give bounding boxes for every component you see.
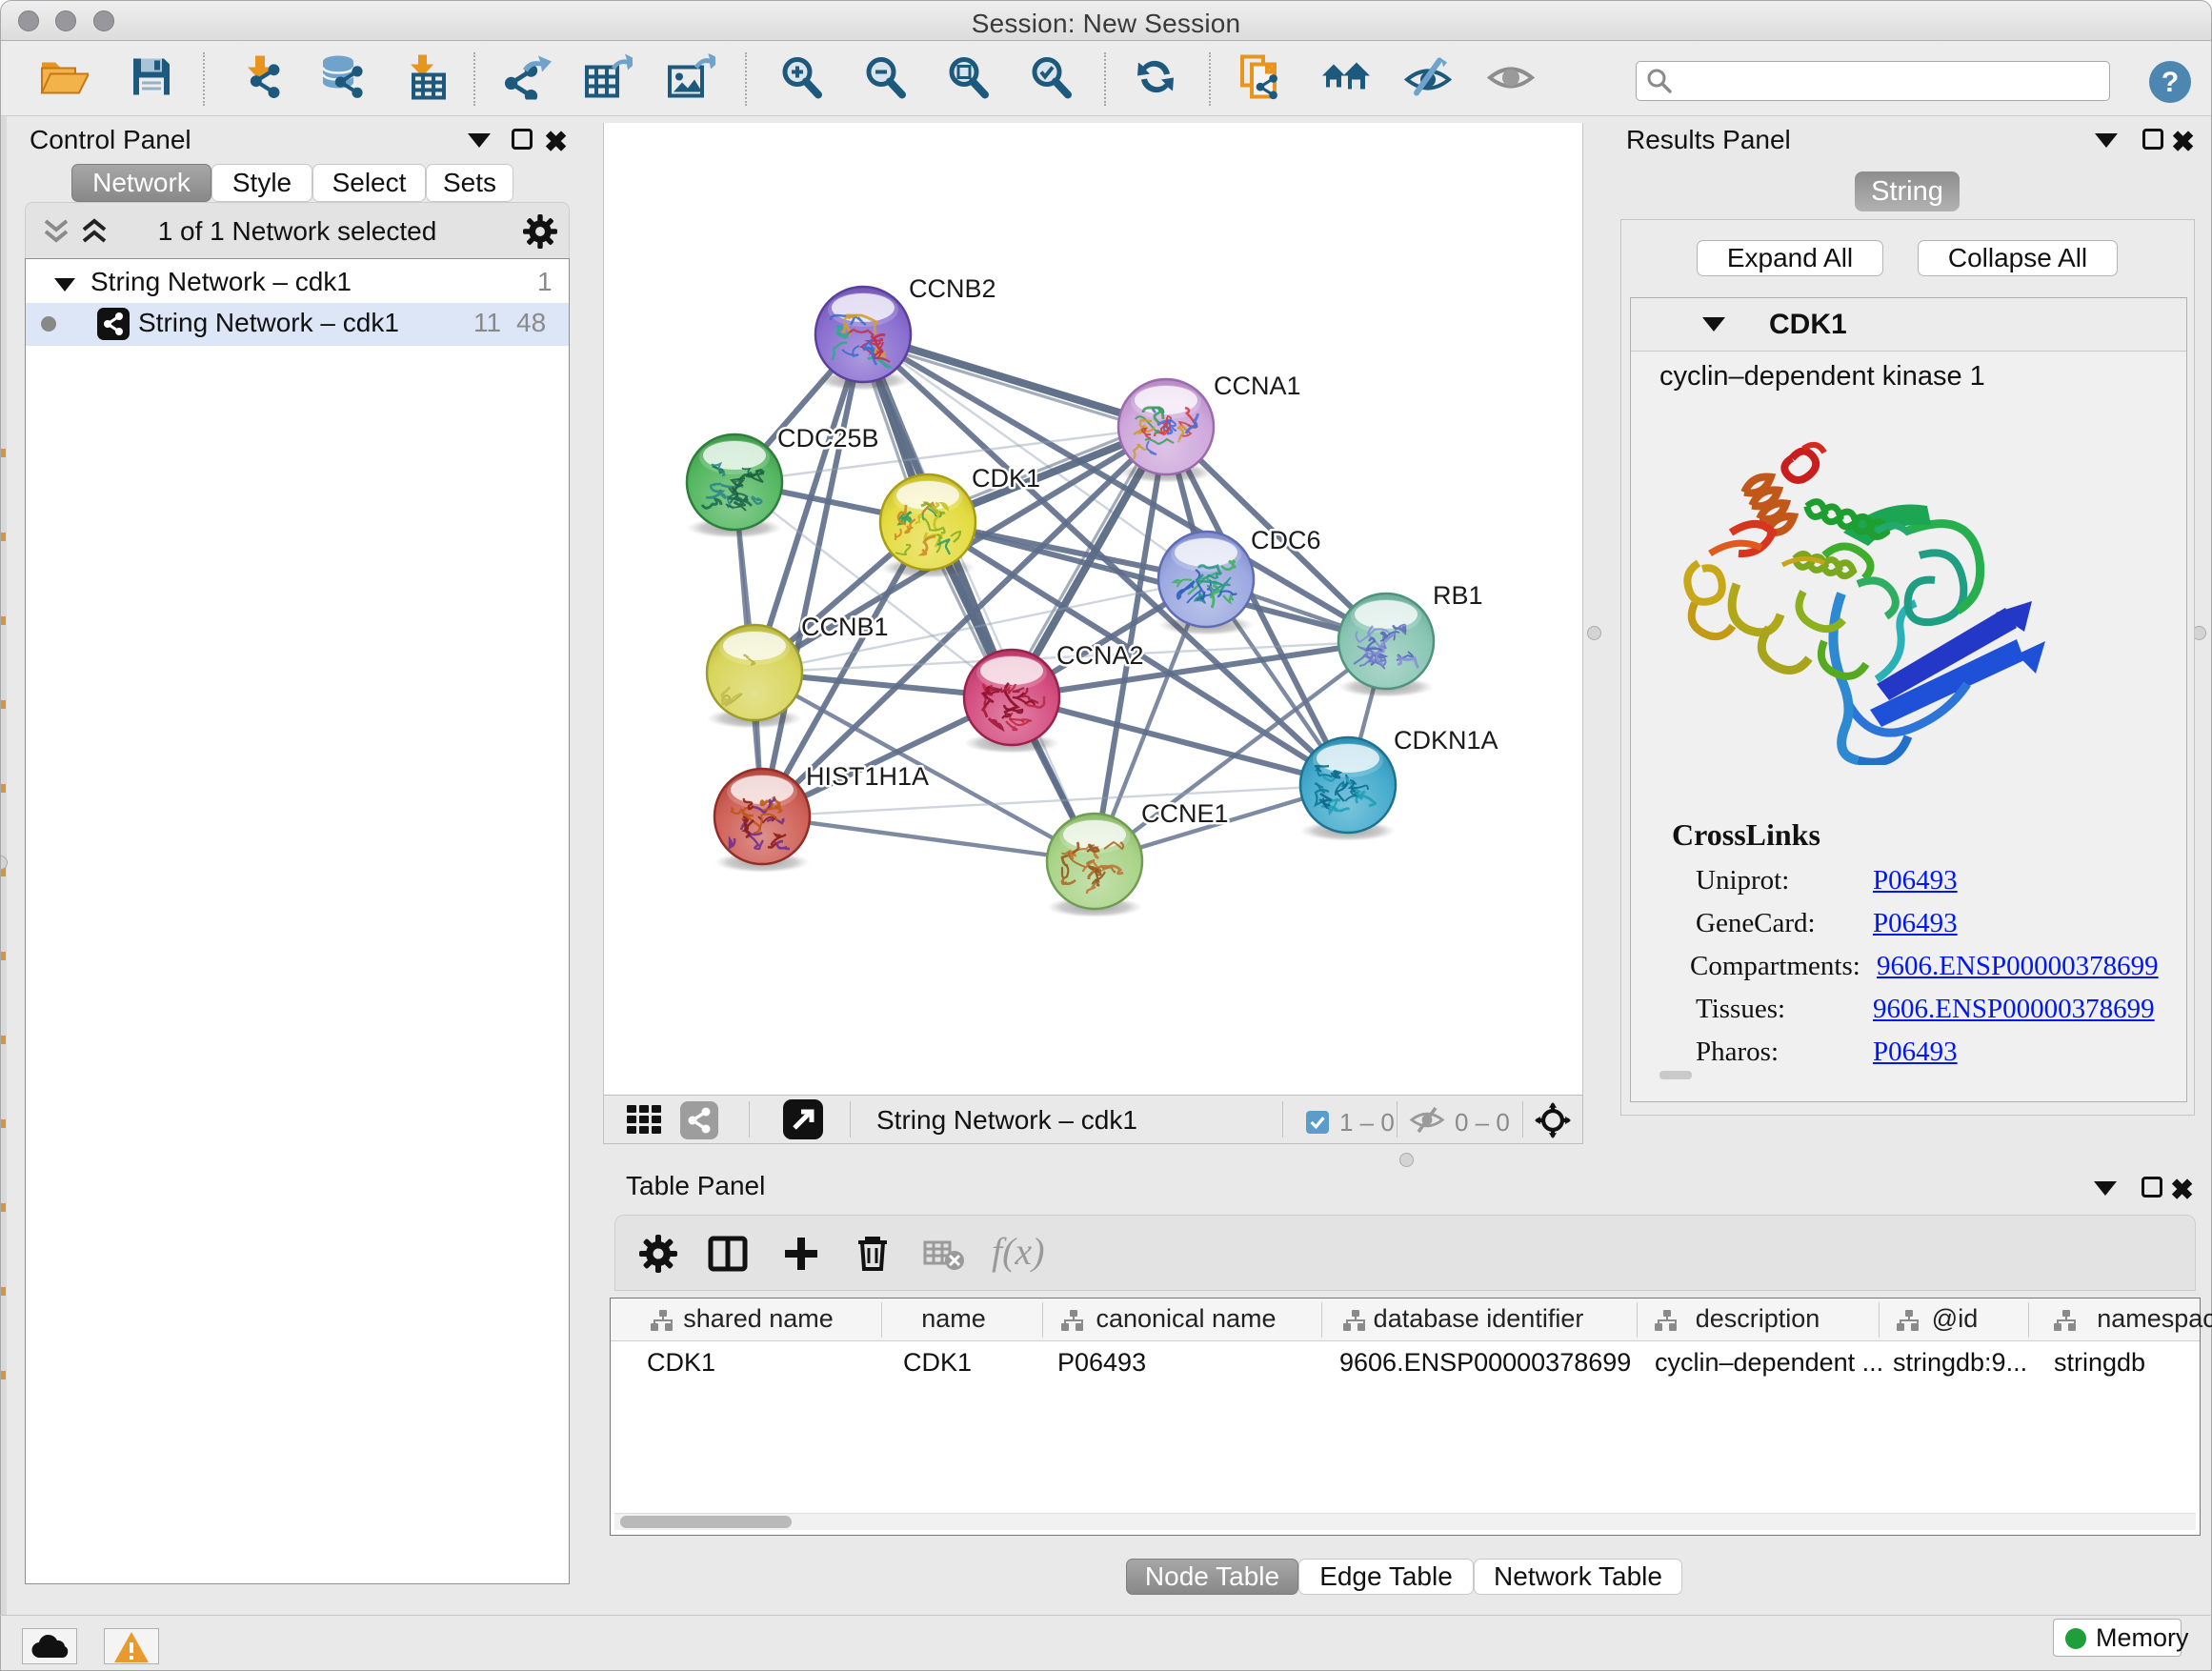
svg-text:CDC6: CDC6 [1251,526,1321,554]
svg-text:?: ? [2162,67,2179,98]
svg-text:CCNB2: CCNB2 [909,274,996,303]
svg-text:CCNA2: CCNA2 [1056,641,1144,670]
svg-text:CCNA1: CCNA1 [1214,372,1301,400]
svg-text:CCNE1: CCNE1 [1141,799,1229,828]
svg-text:CDKN1A: CDKN1A [1394,726,1498,755]
svg-text:HIST1H1A: HIST1H1A [806,762,929,791]
svg-text:CCNB1: CCNB1 [801,613,889,641]
svg-text:CDK1: CDK1 [972,464,1040,493]
svg-text:CDC25B: CDC25B [777,424,879,453]
svg-text:RB1: RB1 [1433,581,1483,610]
